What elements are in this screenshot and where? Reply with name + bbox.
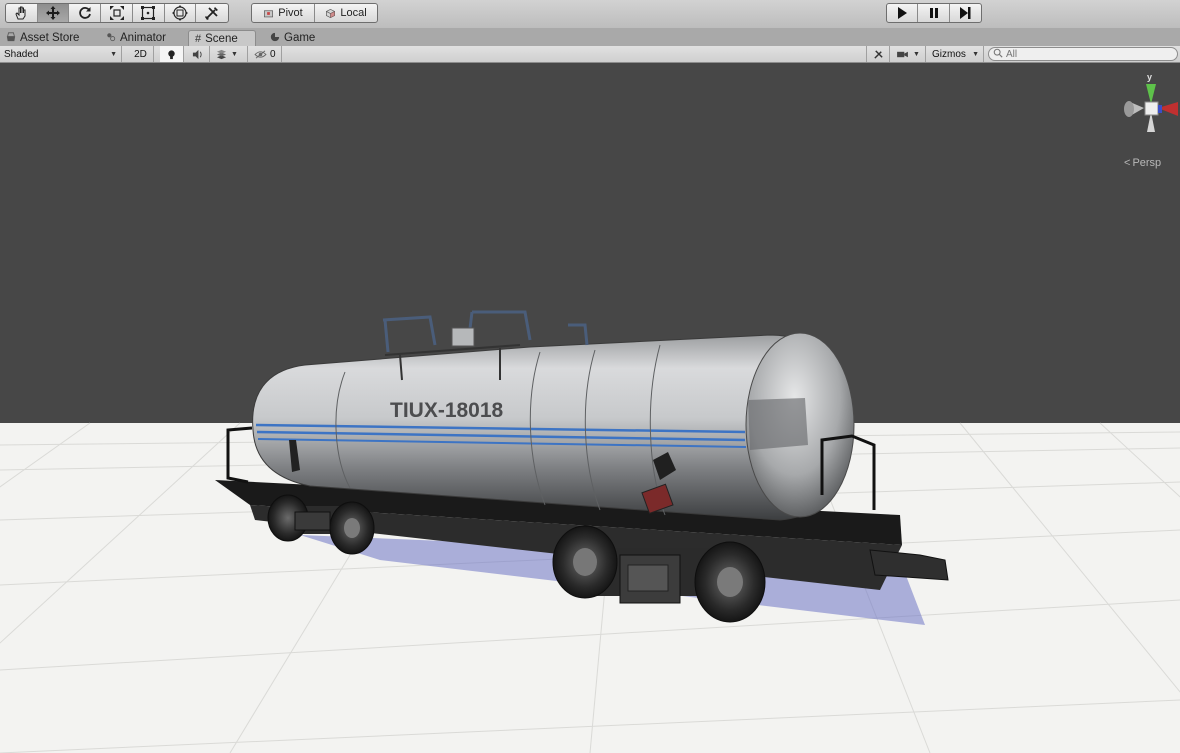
pivot-icon <box>264 9 274 17</box>
transform-tools <box>5 3 229 23</box>
mode-2d-label: 2D <box>134 48 147 60</box>
hidden-objects-toggle[interactable]: 0 <box>250 46 282 62</box>
main-toolbar: Pivot Local <box>0 0 1180 28</box>
grid-icon: # <box>195 32 202 45</box>
rect-tool-button[interactable] <box>133 4 165 22</box>
game-icon <box>270 32 280 45</box>
dropdown-arrow-icon: ▼ <box>972 50 979 58</box>
axis-y-label: y <box>1147 72 1152 82</box>
tanker-marking: TIUX-18018 <box>390 399 504 422</box>
camera-icon <box>897 51 908 57</box>
search-icon <box>993 48 1003 61</box>
rotate-icon <box>79 7 91 19</box>
pivot-controls: Pivot Local <box>251 3 378 23</box>
scene-tools-toggle[interactable] <box>866 46 890 62</box>
step-button[interactable] <box>950 4 981 22</box>
scene-toolbar: Shaded ▼ 2D ▼ 0 ▼ Gizmos ▼ <box>0 46 1180 63</box>
hand-icon <box>15 6 26 20</box>
pause-icon <box>929 8 938 18</box>
tab-game[interactable]: Game <box>264 30 321 46</box>
custom-tool-button[interactable] <box>196 4 228 22</box>
lightbulb-icon <box>168 49 175 59</box>
tab-animator[interactable]: Animator <box>100 30 172 46</box>
effects-dropdown[interactable]: ▼ <box>212 46 248 62</box>
hierarchy-search[interactable] <box>988 47 1178 61</box>
tab-asset-store[interactable]: Asset Store <box>0 30 85 46</box>
toggle-2d-button[interactable]: 2D <box>128 46 154 62</box>
transform-tool-button[interactable] <box>165 4 197 22</box>
move-tool-button[interactable] <box>37 4 70 22</box>
transform-icon <box>171 5 188 21</box>
local-toggle[interactable]: Local <box>315 4 377 22</box>
camera-dropdown[interactable]: ▼ <box>892 46 926 62</box>
pivot-label: Pivot <box>278 7 303 19</box>
local-label: Local <box>340 7 367 19</box>
gizmos-label: Gizmos <box>932 48 966 60</box>
dropdown-arrow-icon: ▼ <box>231 50 238 58</box>
scene-viewport[interactable]: TIUX-18018 y < Persp <box>0 63 1180 753</box>
play-button[interactable] <box>887 4 919 22</box>
tab-label: Asset Store <box>20 32 80 44</box>
tab-label: Scene <box>205 32 238 45</box>
animator-icon <box>106 32 116 45</box>
cube-icon <box>326 8 336 18</box>
scale-tool-button[interactable] <box>101 4 133 22</box>
chevron-left-icon: < <box>1124 157 1131 169</box>
audio-toggle[interactable] <box>186 46 210 62</box>
rotate-tool-button[interactable] <box>69 4 102 22</box>
axis-gizmo-icon: y <box>1124 72 1178 132</box>
eye-hidden-icon <box>254 50 267 58</box>
effects-icon <box>216 49 227 59</box>
draw-mode-value: Shaded <box>4 48 39 60</box>
scene-render[interactable]: TIUX-18018 <box>0 63 1180 753</box>
editor-tab-strip: Asset Store Animator # Scene Game <box>0 28 1180 46</box>
draw-mode-dropdown[interactable]: Shaded ▼ <box>0 46 122 62</box>
search-input[interactable] <box>1006 48 1166 60</box>
speaker-icon <box>192 49 202 59</box>
tab-label: Animator <box>120 32 167 44</box>
dropdown-arrow-icon: ▼ <box>913 50 920 58</box>
tools-icon <box>873 49 883 59</box>
dropdown-arrow-icon: ▼ <box>110 50 117 58</box>
store-icon <box>6 31 16 45</box>
gizmos-dropdown[interactable]: Gizmos ▼ <box>928 46 984 62</box>
step-icon <box>960 7 971 19</box>
lighting-toggle[interactable] <box>160 46 184 62</box>
projection-label: Persp <box>1132 157 1162 169</box>
tools-icon <box>205 7 219 20</box>
tank-hatch <box>451 327 475 347</box>
play-icon <box>898 7 908 19</box>
projection-toggle[interactable]: < Persp <box>1124 157 1161 169</box>
pause-button[interactable] <box>918 4 950 22</box>
move-arrows-icon <box>46 6 61 20</box>
play-controls <box>886 3 982 23</box>
pivot-toggle[interactable]: Pivot <box>252 4 315 22</box>
tab-scene[interactable]: # Scene <box>188 30 256 46</box>
orientation-gizmo[interactable]: y <box>1118 70 1178 170</box>
tab-label: Game <box>284 32 316 44</box>
hidden-count: 0 <box>270 48 276 60</box>
hand-tool-button[interactable] <box>6 4 38 22</box>
scale-icon <box>109 6 124 20</box>
rect-tool-icon <box>141 6 156 20</box>
